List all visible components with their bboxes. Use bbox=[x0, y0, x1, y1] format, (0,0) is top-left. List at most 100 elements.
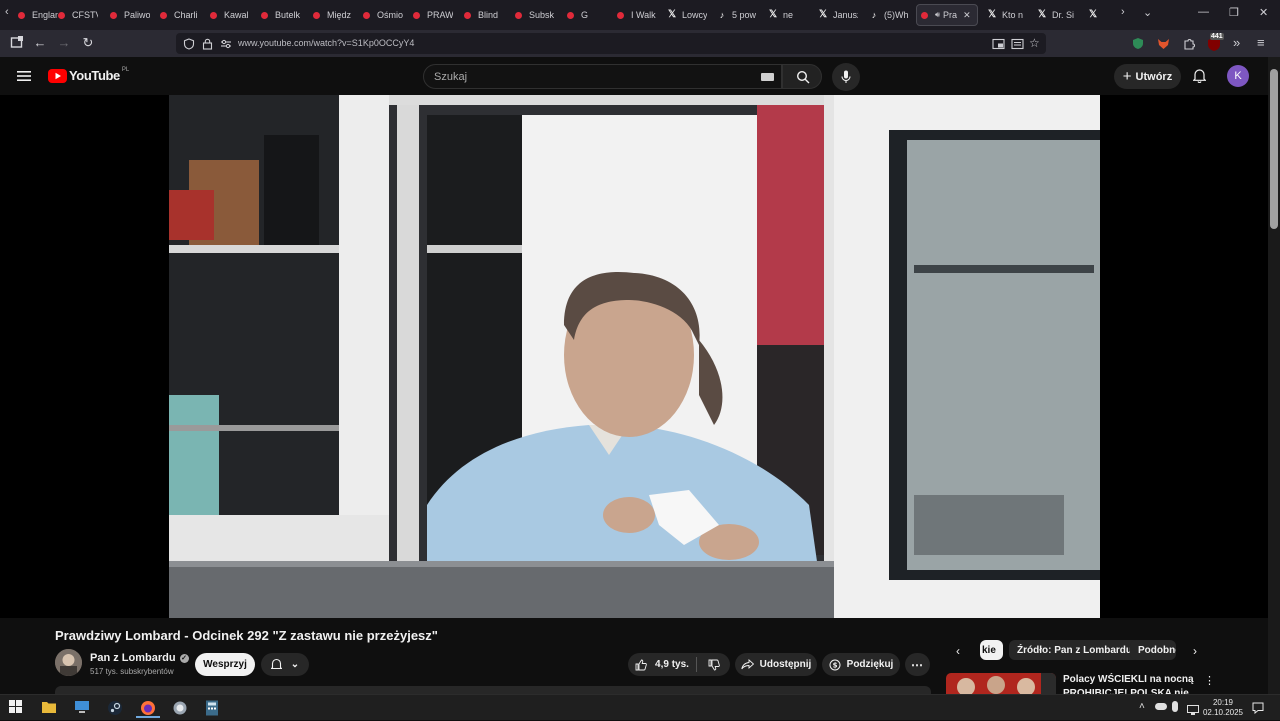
network-icon[interactable] bbox=[1187, 702, 1199, 720]
picture-in-picture-icon[interactable] bbox=[992, 37, 1005, 55]
tracking-protection-icon[interactable] bbox=[183, 37, 195, 55]
support-button[interactable]: Wesprzyj bbox=[195, 653, 255, 676]
extension-fox-icon[interactable] bbox=[1157, 37, 1170, 55]
recommended-more-icon[interactable]: ⋮ bbox=[1204, 674, 1215, 687]
browser-tab[interactable]: Paliwo bbox=[110, 4, 150, 26]
browser-tab[interactable]: Międz bbox=[313, 4, 353, 26]
browser-tab[interactable]: ♪ (5)Wh bbox=[869, 4, 909, 26]
tab-list-dropdown-icon[interactable]: ⌄ bbox=[1143, 6, 1152, 19]
youtube-icon bbox=[567, 11, 574, 19]
tab-scroll-left-icon[interactable]: ‹ bbox=[5, 6, 9, 18]
browser-tab[interactable]: 𝕏 Dr. Si bbox=[1037, 4, 1077, 26]
account-avatar[interactable]: K bbox=[1227, 65, 1249, 87]
more-tools-icon[interactable]: » bbox=[1233, 35, 1240, 50]
tab-label: PRAW bbox=[427, 10, 453, 20]
close-window-icon[interactable]: ✕ bbox=[1259, 6, 1268, 19]
like-button[interactable]: 4,9 tys. bbox=[628, 653, 696, 676]
browser-tab[interactable]: Kawal bbox=[210, 4, 250, 26]
browser-tab[interactable]: CFSTV bbox=[58, 4, 98, 26]
tab-scroll-right-icon[interactable]: › bbox=[1121, 6, 1125, 18]
channel-avatar[interactable] bbox=[55, 649, 82, 676]
search-input[interactable]: Szukaj bbox=[423, 64, 782, 89]
youtube-logo[interactable]: YouTube PL bbox=[48, 67, 129, 83]
browser-tab[interactable]: 𝕏 Lowcy bbox=[667, 4, 707, 26]
keyboard-icon[interactable] bbox=[761, 73, 774, 81]
page-scrollbar[interactable] bbox=[1268, 57, 1280, 694]
guide-menu-icon[interactable] bbox=[17, 69, 31, 87]
browser-tab[interactable]: 𝕏 Kto n bbox=[987, 4, 1027, 26]
chip-related[interactable]: Podobne bbox=[1130, 640, 1176, 660]
system-clock[interactable]: 20:19 02.10.2025 bbox=[1201, 698, 1245, 718]
browser-tab[interactable]: I Walk bbox=[617, 4, 657, 26]
active-app-indicator bbox=[136, 716, 160, 718]
voice-search-button[interactable] bbox=[832, 63, 860, 91]
reload-icon[interactable]: ↻ bbox=[80, 35, 96, 51]
tray-microphone-icon[interactable] bbox=[1172, 701, 1178, 712]
windows-start-icon[interactable] bbox=[9, 700, 25, 716]
file-explorer-icon[interactable] bbox=[41, 700, 57, 716]
extensions-puzzle-icon[interactable] bbox=[1183, 37, 1196, 55]
onedrive-cloud-icon[interactable] bbox=[1155, 703, 1167, 710]
tab-active[interactable]: 🔊︎ Pra ✕ bbox=[916, 4, 978, 26]
steam-icon[interactable] bbox=[107, 700, 123, 716]
browser-tab[interactable]: Englan bbox=[18, 4, 58, 26]
browser-tab[interactable]: Blind bbox=[464, 4, 504, 26]
chips-scroll-left-icon[interactable]: ‹ bbox=[956, 644, 960, 658]
vpn-shield-icon[interactable] bbox=[1132, 37, 1144, 55]
minimize-window-icon[interactable]: — bbox=[1198, 6, 1209, 18]
tab-label: Kawal bbox=[224, 10, 249, 20]
tray-overflow-chevron-icon[interactable]: ˄ bbox=[1139, 701, 1145, 712]
page-permissions-icon[interactable] bbox=[220, 37, 232, 55]
restore-window-icon[interactable]: ❐ bbox=[1229, 6, 1239, 19]
bookmark-star-icon[interactable]: ☆ bbox=[1029, 36, 1040, 50]
thanks-label: Podziękuj bbox=[846, 659, 894, 670]
browser-tab[interactable]: 𝕏 bbox=[1088, 4, 1116, 26]
recommended-title[interactable]: Polacy WŚCIEKLI na nocną PROHIBICJĘ! POL… bbox=[1063, 673, 1198, 694]
browser-tab[interactable]: Ośmio bbox=[363, 4, 403, 26]
chip-from-channel[interactable]: Źródło: Pan z Lombardu bbox=[1009, 640, 1140, 660]
recommended-thumbnail[interactable] bbox=[946, 673, 1056, 694]
reader-view-icon[interactable] bbox=[1011, 37, 1024, 55]
app-orb-icon[interactable] bbox=[172, 700, 188, 716]
notification-settings-button[interactable]: ⌄ bbox=[261, 653, 309, 676]
dislike-button[interactable] bbox=[697, 653, 730, 676]
calculator-icon[interactable] bbox=[205, 700, 221, 716]
create-button[interactable]: + Utwórz bbox=[1114, 64, 1181, 89]
browser-tab[interactable]: Subsk bbox=[515, 4, 555, 26]
browser-tab[interactable]: G bbox=[567, 4, 607, 26]
this-pc-icon[interactable] bbox=[74, 700, 90, 716]
audio-playing-icon[interactable]: 🔊︎ bbox=[935, 10, 940, 20]
app-menu-icon[interactable]: ≡ bbox=[1257, 35, 1265, 50]
more-actions-button[interactable]: ⋯ bbox=[905, 653, 930, 676]
firefox-icon[interactable] bbox=[136, 700, 160, 718]
browser-tab[interactable]: 𝕏ne bbox=[768, 4, 808, 26]
tab-label: Kto n bbox=[1002, 10, 1024, 20]
youtube-icon bbox=[210, 11, 217, 19]
notification-center-icon[interactable] bbox=[1252, 701, 1264, 719]
browser-tab[interactable]: 𝕏 Janusz bbox=[818, 4, 858, 26]
share-button[interactable]: Udostępnij bbox=[735, 653, 817, 676]
thanks-button[interactable]: $ Podziękuj bbox=[822, 653, 900, 676]
video-frame[interactable] bbox=[169, 95, 1100, 618]
tab-label: Pra bbox=[943, 10, 958, 20]
browser-tab[interactable]: Butelk bbox=[261, 4, 301, 26]
address-bar[interactable]: www.youtube.com/watch?v=S1Kp0OCCyY4 ☆ bbox=[176, 33, 1046, 54]
forward-icon[interactable]: → bbox=[56, 35, 72, 51]
scrollbar-thumb[interactable] bbox=[1270, 69, 1278, 229]
chip-all[interactable]: kie bbox=[980, 640, 1003, 660]
video-player[interactable] bbox=[0, 95, 1268, 618]
back-icon[interactable]: ← bbox=[32, 35, 48, 51]
browser-tab[interactable]: ♪ 5 pow bbox=[717, 4, 757, 26]
channel-name-link[interactable]: Pan z Lombardu ✓ bbox=[90, 652, 189, 664]
ublock-extension-icon[interactable]: 441 bbox=[1207, 33, 1224, 52]
notifications-bell-icon[interactable] bbox=[1192, 68, 1207, 88]
search-button[interactable] bbox=[782, 64, 822, 89]
description-box[interactable] bbox=[55, 686, 931, 694]
chips-scroll-right-icon[interactable]: › bbox=[1193, 644, 1197, 658]
browser-tab[interactable]: Charli bbox=[160, 4, 200, 26]
tab-close-icon[interactable]: ✕ bbox=[963, 10, 971, 21]
like-dislike-group: 4,9 tys. bbox=[628, 653, 730, 676]
browser-tab[interactable]: PRAW bbox=[413, 4, 453, 26]
sidebar-toggle-icon[interactable] bbox=[9, 35, 25, 51]
lock-icon[interactable] bbox=[202, 37, 213, 55]
